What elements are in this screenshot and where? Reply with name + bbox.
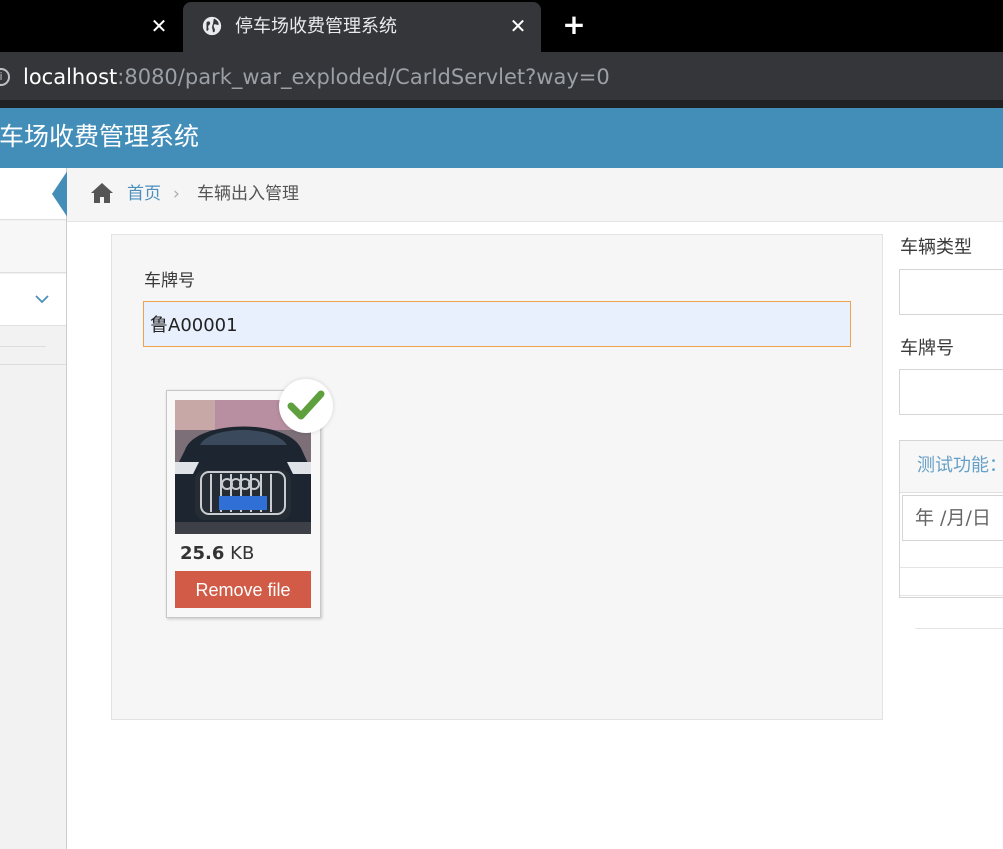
sidebar <box>0 168 68 849</box>
right-plate-input[interactable] <box>899 369 1003 415</box>
browser-toolbar: i localhost:8080/park_war_exploded/CarId… <box>0 52 1003 100</box>
right-plate-label: 车牌号 <box>900 338 954 359</box>
right-divider <box>915 628 1003 629</box>
breadcrumb-separator: › <box>173 184 180 204</box>
remove-file-button[interactable]: Remove file <box>175 571 311 608</box>
file-preview: 25.6 KB Remove file <box>166 379 333 618</box>
tab-close-icon[interactable]: ✕ <box>505 13 531 39</box>
file-size-value: 25.6 <box>180 543 225 564</box>
sidebar-divider <box>0 364 66 365</box>
vehicle-type-label: 车辆类型 <box>900 237 972 258</box>
new-tab-icon[interactable]: + <box>561 11 587 39</box>
date-input[interactable]: 年 /月/日 <box>902 495 1003 541</box>
browser-tab-bar: ✕ 停车场收费管理系统 ✕ + <box>0 0 1003 52</box>
chrome-divider <box>0 100 1003 108</box>
url-path: :8080/park_war_exploded/CarIdServlet?way… <box>117 65 610 89</box>
url-host: localhost <box>23 65 118 89</box>
tab-title: 停车场收费管理系统 <box>235 16 397 37</box>
checkmark-icon <box>287 390 325 420</box>
widget-divider <box>900 567 1003 568</box>
plate-label: 车牌号 <box>144 271 195 291</box>
test-widget: 测试功能： 年 /月/日 <box>899 440 1003 598</box>
vehicle-type-input[interactable] <box>899 269 1003 315</box>
widget-divider <box>900 595 1003 596</box>
sidebar-divider <box>0 346 46 347</box>
site-info-icon[interactable]: i <box>0 68 10 86</box>
file-size-unit: KB <box>230 543 255 564</box>
address-bar[interactable]: localhost:8080/park_war_exploded/CarIdSe… <box>23 63 610 91</box>
sidebar-item[interactable] <box>0 221 66 273</box>
globe-icon <box>202 16 222 36</box>
app-header: 停车场收费管理系统 <box>0 108 1003 168</box>
app-title[interactable]: 停车场收费管理系统 <box>0 120 199 154</box>
test-widget-title: 测试功能： <box>917 455 1003 476</box>
file-size: 25.6 KB <box>180 542 254 566</box>
home-icon <box>91 183 113 203</box>
breadcrumb-home-link[interactable]: 首页 <box>127 182 161 206</box>
test-widget-header: 测试功能： <box>900 441 1003 493</box>
sidebar-item-dropdown[interactable] <box>0 274 66 326</box>
previous-tab-close-icon[interactable]: ✕ <box>146 13 172 39</box>
breadcrumb: 首页 › 车辆出入管理 <box>67 168 1003 222</box>
tab-active[interactable]: 停车场收费管理系统 ✕ <box>183 2 541 52</box>
sidebar-active-arrow <box>52 170 68 218</box>
chevron-down-icon <box>35 295 49 304</box>
upload-form-panel: 车牌号 25.6 KB Remove file <box>111 234 883 720</box>
plate-input[interactable] <box>143 301 851 347</box>
breadcrumb-current: 车辆出入管理 <box>197 184 299 204</box>
upload-success-badge <box>279 379 333 433</box>
